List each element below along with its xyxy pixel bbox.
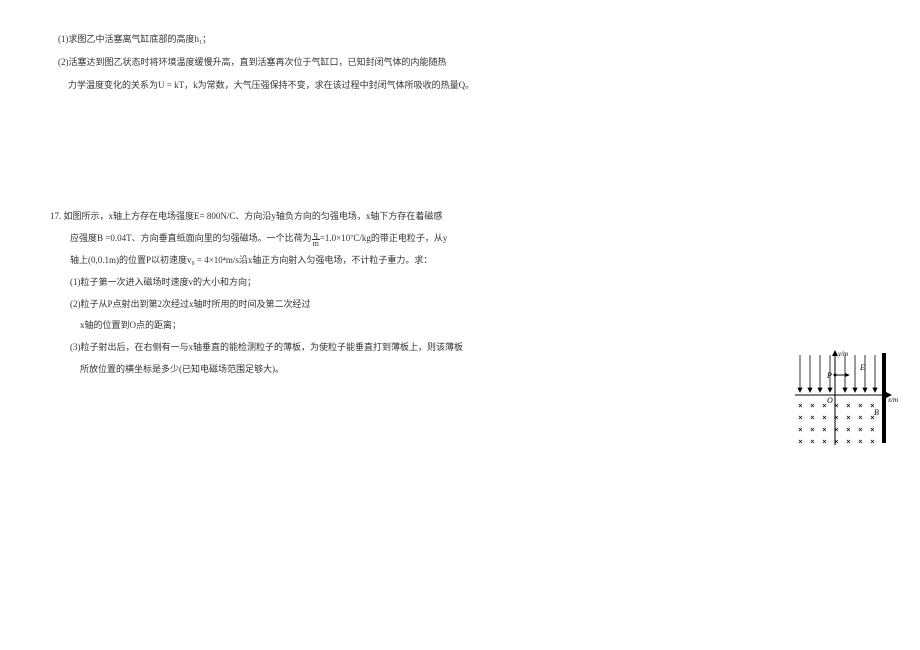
svg-text:×: × — [858, 437, 863, 446]
e-field-arrows — [798, 355, 877, 392]
p-label: P — [826, 371, 832, 380]
svg-text:×: × — [846, 413, 851, 422]
q16-part2-line1: (2)活塞达到图乙状态时将环境温度缓慢升高，直到活塞再次位于气缸口，已知封闭气体… — [58, 53, 870, 73]
svg-text:×: × — [858, 413, 863, 422]
q17-part3-line2: 所放位置的横坐标是多少(已知电磁场范围足够大)。 — [80, 360, 870, 380]
q17-part1: (1)粒子第一次进入磁场时速度v的大小和方向； — [70, 273, 870, 293]
question-17: 17. 如图所示，x轴上方存在电场强度E= 800N/C、方向沿y轴负方向的匀强… — [50, 207, 870, 379]
svg-text:×: × — [810, 413, 815, 422]
q17-text2a: 应强度B =0.04T、方向垂直纸面向里的匀强磁场。一个比荷为 — [70, 233, 312, 243]
diagram-svg: ××××××× ××××××× ××××××× ××××××× y/m x/m … — [790, 350, 900, 450]
svg-text:×: × — [870, 425, 875, 434]
svg-text:×: × — [798, 425, 803, 434]
svg-text:×: × — [810, 437, 815, 446]
page-content: (1)求图乙中活塞离气缸底部的高度h₁； (2)活塞达到图乙状态时将环境温度缓慢… — [0, 0, 920, 402]
q17-stem-line3: 轴上(0,0.1m)的位置P以初速度v₀ = 4×10⁴m/s沿x轴正方向射入匀… — [70, 251, 870, 271]
svg-text:×: × — [834, 401, 839, 410]
svg-text:×: × — [834, 413, 839, 422]
svg-text:×: × — [858, 401, 863, 410]
y-axis-label: y/m — [837, 350, 848, 358]
physics-diagram: ××××××× ××××××× ××××××× ××××××× y/m x/m … — [790, 350, 900, 450]
o-label: O — [827, 396, 833, 405]
q17-text1: 如图所示，x轴上方存在电场强度E= 800N/C、方向沿y轴负方向的匀强电场，x… — [64, 211, 443, 221]
q17-text2b: =1.0×10⁷C/kg的带正电粒子，从y — [320, 233, 448, 243]
fraction-q-over-m: qm — [312, 231, 320, 248]
svg-text:×: × — [822, 413, 827, 422]
svg-text:×: × — [810, 401, 815, 410]
b-field-crosses: ××××××× ××××××× ××××××× ××××××× — [798, 401, 875, 446]
svg-text:×: × — [798, 401, 803, 410]
svg-text:×: × — [858, 425, 863, 434]
q17-part3-line1: (3)粒子射出后，在右侧有一与x轴垂直的能检测粒子的薄板，为使粒子能垂直打到薄板… — [70, 338, 870, 358]
x-axis-label: x/m — [887, 396, 898, 404]
svg-text:×: × — [822, 437, 827, 446]
q17-part2-line2: x轴的位置到O点的距离； — [80, 316, 870, 336]
svg-text:×: × — [834, 425, 839, 434]
svg-text:×: × — [798, 413, 803, 422]
q16-part1: (1)求图乙中活塞离气缸底部的高度h₁； — [58, 30, 870, 50]
spacing — [50, 97, 870, 197]
svg-text:×: × — [822, 425, 827, 434]
q17-stem-line1: 17. 如图所示，x轴上方存在电场强度E= 800N/C、方向沿y轴负方向的匀强… — [50, 207, 870, 227]
q17-part2-line1: (2)粒子从P点射出到第2次经过x轴时所用的时间及第二次经过 — [70, 295, 870, 315]
detector-plate — [882, 353, 886, 443]
svg-text:×: × — [870, 437, 875, 446]
svg-text:×: × — [846, 437, 851, 446]
svg-text:×: × — [846, 401, 851, 410]
q17-number: 17. — [50, 211, 61, 221]
svg-text:×: × — [798, 437, 803, 446]
q16-part2-line2: 力学温度变化的关系为U = kT，k为常数，大气压强保持不变，求在该过程中封闭气… — [68, 76, 870, 96]
b-label: B — [874, 408, 879, 417]
velocity-arrowhead-icon — [845, 373, 850, 377]
e-label: E — [859, 363, 865, 372]
svg-text:×: × — [846, 425, 851, 434]
svg-text:×: × — [834, 437, 839, 446]
svg-text:×: × — [810, 425, 815, 434]
q17-stem-line2: 应强度B =0.04T、方向垂直纸面向里的匀强磁场。一个比荷为qm=1.0×10… — [70, 229, 870, 249]
